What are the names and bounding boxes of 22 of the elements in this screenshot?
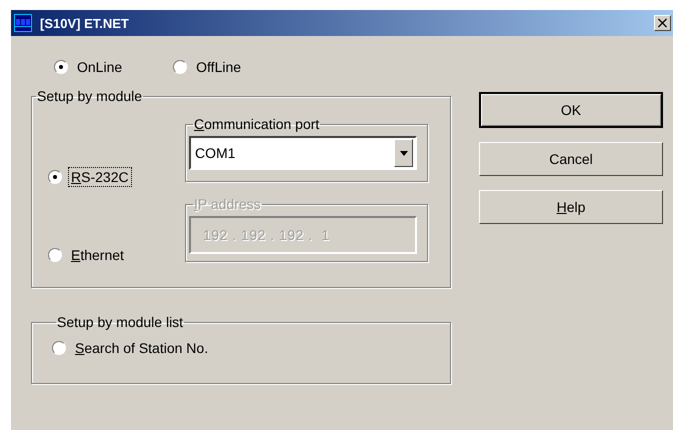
group-title: Communication port bbox=[193, 116, 320, 132]
group-title: Setup by module bbox=[36, 88, 144, 104]
dialog-button[interactable]: Cancel bbox=[479, 142, 663, 176]
search-radio[interactable]: Search of Station No. bbox=[52, 338, 212, 358]
window-title: [S10V] ET.NET bbox=[40, 16, 130, 30]
connection-radio[interactable]: RS-232C bbox=[48, 167, 185, 187]
mode-radio[interactable]: OffLine bbox=[173, 58, 244, 76]
mode-radio[interactable]: OnLine bbox=[54, 58, 126, 76]
close-button[interactable]: × bbox=[654, 15, 671, 31]
radio-button[interactable] bbox=[48, 170, 62, 184]
dialog-button[interactable]: Help bbox=[479, 190, 663, 224]
group-title: IP address bbox=[193, 196, 262, 212]
dropdown-arrow-icon bbox=[400, 150, 408, 156]
radio-button[interactable] bbox=[173, 60, 188, 74]
port-dropdown[interactable]: COM1 bbox=[189, 136, 417, 170]
radio-button[interactable] bbox=[54, 60, 68, 74]
radio-button[interactable] bbox=[48, 248, 62, 262]
app-icon bbox=[14, 14, 32, 32]
connection-radio[interactable]: Ethernet bbox=[48, 245, 185, 265]
group-title: Setup by module list bbox=[56, 314, 184, 330]
radio-button[interactable] bbox=[52, 341, 66, 355]
dialog-button[interactable]: OK bbox=[479, 92, 663, 128]
